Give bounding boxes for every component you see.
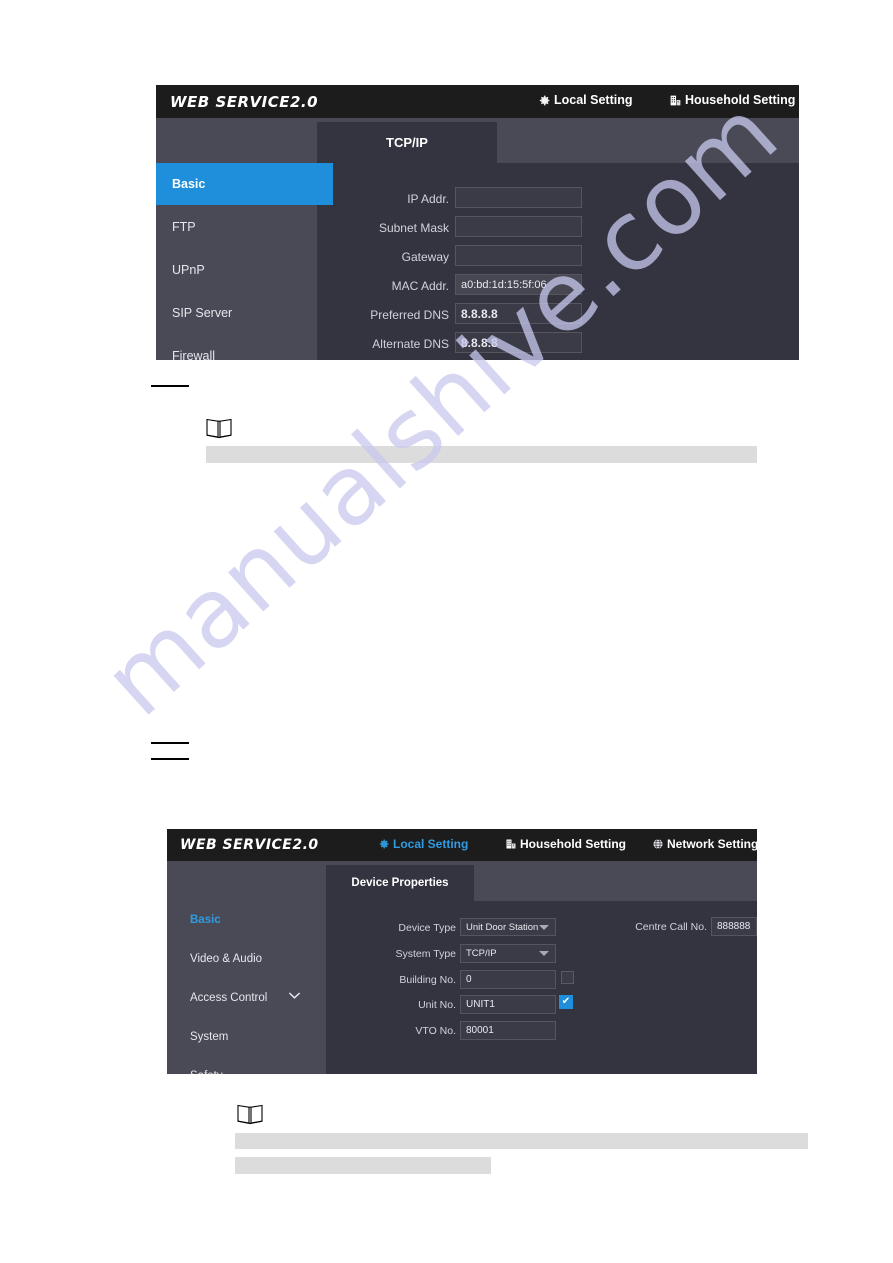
sidebar-item-video-audio[interactable]: Video & Audio: [167, 939, 349, 978]
label-ip-addr: IP Addr.: [407, 192, 449, 206]
sidebar-item-basic[interactable]: Basic: [156, 163, 333, 205]
sidebar-item-ftp[interactable]: FTP: [156, 205, 333, 248]
input-value: UNIT1: [466, 999, 495, 1010]
label-subnet-mask: Subnet Mask: [378, 221, 449, 235]
input-ip-addr[interactable]: [455, 187, 582, 208]
sidebar-item-label: SIP Server: [172, 305, 233, 320]
building-icon: [669, 94, 682, 107]
sidebar-item-label: Access Control: [190, 991, 268, 1004]
input-gateway[interactable]: [455, 245, 582, 266]
tab-label: TCP/IP: [386, 135, 428, 150]
input-value: a0:bd:1d:15:5f:06: [461, 278, 547, 291]
label-gateway: Gateway: [401, 250, 449, 264]
redaction-bar-1: [206, 446, 757, 463]
input-value: 80001: [466, 1025, 494, 1036]
sidebar-item-sip-server[interactable]: SIP Server: [156, 291, 333, 334]
input-value: 8.8.8.8: [461, 306, 498, 321]
select-value: Unit Door Station: [466, 921, 539, 933]
nav-label: Household Setting: [685, 93, 796, 107]
chevron-down-icon: [539, 924, 549, 930]
sidebar-item-basic[interactable]: Basic: [167, 901, 349, 939]
globe-icon: [652, 838, 664, 850]
nav-local-setting[interactable]: Local Setting: [378, 837, 468, 851]
divider-rule-2: [151, 742, 189, 744]
input-building-no[interactable]: 0: [460, 970, 556, 989]
building-icon: [505, 838, 517, 850]
sidebar-item-label: UPnP: [172, 262, 205, 277]
nav-label: Household Setting: [520, 837, 626, 851]
sidebar-item-label: System: [190, 1030, 229, 1043]
app-topbar: WEB SERVICE2.0 Local Setting Household S…: [167, 829, 757, 861]
nav-household-setting[interactable]: Household Setting: [505, 837, 626, 851]
nav-label: Local Setting: [393, 837, 469, 851]
redaction-bar-3: [235, 1157, 491, 1174]
nav-household-setting[interactable]: Household Setting: [669, 93, 795, 107]
app-logo: WEB SERVICE2.0: [170, 93, 319, 111]
gear-icon: [378, 838, 390, 850]
sidebar-item-label: Firewall: [172, 348, 216, 361]
sidebar-item-label: FTP: [172, 219, 196, 234]
input-alternate-dns[interactable]: 8.8.8.8: [455, 332, 582, 353]
label-building-no: Building No.: [399, 974, 456, 986]
input-value: 8.8.8.8: [461, 335, 498, 350]
nav-label: Local Setting: [554, 93, 633, 107]
note-book-icon-1: [206, 417, 232, 444]
input-value: 0: [466, 974, 472, 985]
label-centre-call-no: Centre Call No.: [635, 921, 707, 933]
tab-tcpip[interactable]: TCP/IP: [317, 122, 497, 163]
tab-device-properties[interactable]: Device Properties: [326, 865, 474, 901]
app-logo: WEB SERVICE2.0: [180, 837, 319, 853]
chevron-down-icon: [288, 991, 301, 1003]
nav-network-setting[interactable]: Network Setting: [652, 837, 757, 851]
tab-label: Device Properties: [351, 877, 449, 889]
sidebar-item-safety[interactable]: Safety: [167, 1056, 349, 1075]
sidebar-item-system[interactable]: System: [167, 1017, 349, 1056]
input-centre-call-no[interactable]: 888888: [711, 917, 757, 936]
sidebar-item-label: Video & Audio: [190, 952, 263, 965]
sidebar-item-firewall[interactable]: Firewall: [156, 334, 333, 361]
sidebar: Basic Video & Audio Access Control Syste…: [167, 901, 326, 1074]
screenshot-local-setting: WEB SERVICE2.0 Local Setting Household S…: [167, 829, 757, 1074]
redaction-bar-2: [235, 1133, 808, 1149]
sidebar-item-label: Safety: [190, 1070, 223, 1075]
app-topbar: WEB SERVICE2.0 Local Setting Household S…: [156, 85, 799, 118]
checkbox-unit-no[interactable]: ✔: [559, 995, 573, 1009]
nav-label: Network Setting: [667, 837, 757, 851]
chevron-down-icon: [539, 951, 549, 956]
screenshot-network-setting: WEB SERVICE2.0 Local Setting Household S…: [156, 85, 799, 360]
input-preferred-dns[interactable]: 8.8.8.8: [455, 303, 582, 324]
select-value: TCP/IP: [466, 948, 497, 959]
sidebar-item-upnp[interactable]: UPnP: [156, 248, 333, 291]
input-value: 888888: [717, 921, 751, 932]
input-mac-addr: a0:bd:1d:15:5f:06: [455, 274, 582, 295]
label-mac-addr: MAC Addr.: [391, 279, 449, 293]
input-unit-no[interactable]: UNIT1: [460, 995, 556, 1014]
input-subnet-mask[interactable]: [455, 216, 582, 237]
label-preferred-dns: Preferred DNS: [370, 308, 449, 322]
sidebar-item-label: Basic: [172, 177, 206, 191]
note-book-icon-2: [237, 1103, 263, 1130]
select-system-type[interactable]: TCP/IP: [460, 944, 556, 963]
label-alternate-dns: Alternate DNS: [372, 337, 449, 351]
input-vto-no[interactable]: 80001: [460, 1021, 556, 1040]
nav-local-setting[interactable]: Local Setting: [538, 93, 632, 107]
sidebar: Basic FTP UPnP SIP Server Firewall: [156, 163, 333, 360]
sidebar-item-label: Basic: [190, 914, 221, 926]
label-unit-no: Unit No.: [418, 999, 456, 1011]
label-device-type: Device Type: [398, 922, 456, 934]
check-icon: ✔: [561, 996, 571, 1007]
label-vto-no: VTO No.: [415, 1025, 456, 1037]
gear-icon: [538, 94, 551, 107]
divider-rule-1: [151, 385, 189, 387]
divider-rule-3: [151, 758, 189, 760]
label-system-type: System Type: [395, 948, 457, 960]
select-device-type[interactable]: Unit Door Station: [460, 918, 556, 936]
sidebar-item-access-control[interactable]: Access Control: [167, 978, 349, 1017]
checkbox-building-no[interactable]: [561, 971, 574, 984]
